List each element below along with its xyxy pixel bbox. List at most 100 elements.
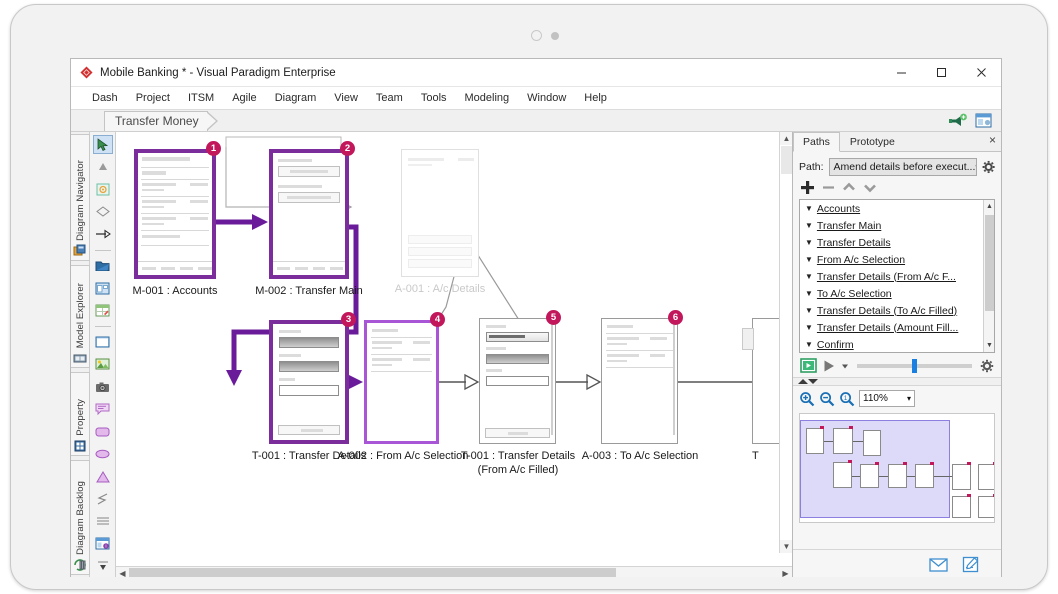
- info-window-tool[interactable]: i: [93, 534, 113, 553]
- image-tool[interactable]: [93, 355, 113, 374]
- filmstrip-icon[interactable]: [800, 358, 817, 373]
- list-item[interactable]: ▼ Accounts: [800, 200, 994, 217]
- menu-item-dash[interactable]: Dash: [83, 87, 127, 110]
- rounded-rect-tool[interactable]: [93, 422, 113, 441]
- path-dropdown[interactable]: Amend details before execut... ▾: [828, 158, 977, 176]
- zoom-out-icon[interactable]: [819, 391, 835, 407]
- panel-layout-icon[interactable]: [973, 112, 993, 130]
- menu-item-diagram[interactable]: Diagram: [266, 87, 326, 110]
- play-icon[interactable]: [822, 359, 836, 373]
- player-slider[interactable]: [857, 358, 972, 373]
- arrow-tool[interactable]: [93, 225, 113, 244]
- path-list-scrollbar[interactable]: ▲ ▼: [983, 200, 994, 352]
- zoom-in-icon[interactable]: [799, 391, 815, 407]
- list-item[interactable]: ▼ Transfer Details (Amount Fill...: [800, 319, 994, 336]
- list-item[interactable]: ▼ Transfer Details (To A/c Filled): [800, 302, 994, 319]
- comment-tool[interactable]: [93, 400, 113, 419]
- camera-tool[interactable]: [93, 377, 113, 396]
- sun-gear-tool[interactable]: [93, 180, 113, 199]
- rectangle-tool[interactable]: [93, 332, 113, 351]
- caret-down-icon[interactable]: [841, 362, 849, 370]
- zoom-level-select[interactable]: 110% ▾: [859, 390, 915, 407]
- dropdown-more-tool[interactable]: [93, 557, 113, 576]
- zoom-actual-icon[interactable]: 1: [839, 391, 855, 407]
- list-item[interactable]: ▼ Transfer Main: [800, 217, 994, 234]
- scroll-left-arrow[interactable]: ◀: [116, 567, 129, 577]
- list-item[interactable]: ▼ From A/c Selection: [800, 251, 994, 268]
- resize-grip[interactable]: [742, 328, 754, 350]
- gear-icon[interactable]: [980, 359, 994, 373]
- menu-item-agile[interactable]: Agile: [223, 87, 265, 110]
- node-a001-ac-details[interactable]: A-001 : A/c Details: [395, 149, 485, 295]
- node-m002-transfer-main[interactable]: 2 M-002: Transfer Main: [255, 141, 363, 297]
- list-item[interactable]: ▼ Transfer Details (From A/c F...: [800, 268, 994, 285]
- list-item-label: Accounts: [816, 202, 861, 215]
- sidebar-item-diagram-backlog[interactable]: Diagram Backlog: [71, 459, 90, 575]
- tablet-screen: Mobile Banking * - Visual Paradigm Enter…: [23, 49, 1037, 577]
- sidebar-item-diagram-navigator[interactable]: Diagram Navigator: [71, 134, 90, 262]
- canvas-vertical-scrollbar[interactable]: ▲ ▼: [779, 132, 792, 553]
- triangle-tool[interactable]: [93, 157, 113, 176]
- breadcrumb-transfer-money[interactable]: Transfer Money: [104, 110, 218, 131]
- overview-node: [806, 428, 824, 454]
- sidebar-item-model-explorer[interactable]: Model Explorer: [71, 265, 90, 369]
- lines-tool[interactable]: [93, 512, 113, 531]
- menu-item-team[interactable]: Team: [367, 87, 412, 110]
- zigzag-tool[interactable]: [93, 489, 113, 508]
- tab-prototype[interactable]: Prototype: [840, 132, 905, 152]
- add-path-button[interactable]: [800, 180, 815, 195]
- remove-path-button[interactable]: [822, 181, 835, 194]
- menu-item-itsm[interactable]: ITSM: [179, 87, 223, 110]
- pointer-tool[interactable]: [92, 135, 113, 155]
- move-up-button[interactable]: [842, 181, 856, 194]
- list-item-label: Transfer Details (Amount Fill...: [816, 321, 959, 334]
- player-slider-knob[interactable]: [912, 358, 918, 373]
- node-m001-accounts[interactable]: 1 M-001: Accounts: [133, 141, 221, 297]
- minimize-button[interactable]: [881, 59, 921, 86]
- move-down-button[interactable]: [863, 181, 877, 194]
- mail-icon[interactable]: [929, 557, 948, 572]
- diagram-canvas[interactable]: 1 M-001: Accounts 2 M-002: Transfer Ma…: [116, 132, 792, 566]
- list-item[interactable]: ▼ Transfer Details: [800, 234, 994, 251]
- menu-item-window[interactable]: Window: [518, 87, 575, 110]
- diamond-tool[interactable]: [93, 202, 113, 221]
- tab-paths[interactable]: Paths: [793, 132, 840, 152]
- hscroll-thumb[interactable]: [129, 568, 616, 577]
- table-tool[interactable]: [93, 301, 113, 320]
- close-button[interactable]: [961, 59, 1001, 86]
- scroll-up-arrow[interactable]: ▲: [780, 132, 792, 145]
- list-item[interactable]: ▼ Confirm: [800, 336, 994, 352]
- gear-icon[interactable]: [982, 160, 995, 174]
- scroll-down-arrow[interactable]: ▼: [984, 339, 994, 352]
- menu-item-modeling[interactable]: Modeling: [456, 87, 519, 110]
- note-edit-icon[interactable]: [962, 556, 979, 573]
- vscroll-thumb[interactable]: [781, 146, 792, 174]
- window-tool[interactable]: [93, 279, 113, 298]
- menu-item-help[interactable]: Help: [575, 87, 616, 110]
- triangle-shape-tool[interactable]: [93, 467, 113, 486]
- node-cutoff[interactable]: T: [752, 318, 782, 462]
- folder-tool[interactable]: [93, 256, 113, 275]
- scroll-down-arrow[interactable]: ▼: [780, 540, 792, 553]
- node-a003-to-ac-selection[interactable]: 6 A-003: To A/c Selection: [582, 310, 698, 462]
- node-t001-transfer-details[interactable]: 3 T-001 : Transfer Details: [252, 312, 366, 462]
- splitter-arrows-icon[interactable]: [797, 378, 819, 385]
- node-a002-from-ac-selection[interactable]: 4 A-002: From A/c Selection: [338, 312, 468, 462]
- scroll-up-arrow[interactable]: ▲: [984, 200, 994, 213]
- menu-item-project[interactable]: Project: [127, 87, 179, 110]
- scroll-right-arrow[interactable]: ▶: [779, 567, 792, 577]
- maximize-button[interactable]: [921, 59, 961, 86]
- menu-item-tools[interactable]: Tools: [412, 87, 456, 110]
- node-t001-from-ac-filled[interactable]: 5 T-001: Transfer Details (From A/c Fil…: [461, 310, 575, 476]
- path-item-list[interactable]: ▼ Accounts ▼ Transfer Main ▼ Transfer De…: [799, 199, 995, 353]
- path-list-scroll-thumb[interactable]: [985, 215, 994, 311]
- close-icon[interactable]: ×: [989, 133, 996, 147]
- ellipse-tool[interactable]: [93, 444, 113, 463]
- canvas-horizontal-scrollbar[interactable]: ◀ ▶: [116, 566, 792, 577]
- announce-icon[interactable]: [947, 112, 967, 130]
- list-item[interactable]: ▼ To A/c Selection: [800, 285, 994, 302]
- dock-splitter[interactable]: [793, 377, 1001, 386]
- sidebar-item-property[interactable]: Property: [71, 372, 90, 456]
- menu-item-view[interactable]: View: [325, 87, 367, 110]
- diagram-overview[interactable]: [799, 413, 995, 523]
